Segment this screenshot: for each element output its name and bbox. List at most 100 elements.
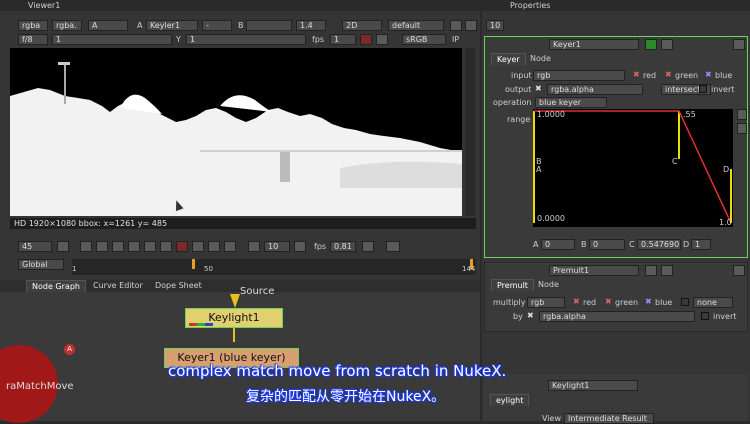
view-mode-select[interactable]: 2D xyxy=(342,20,382,31)
view-select[interactable]: Intermediate Result xyxy=(564,413,654,424)
keyer1-close-button[interactable] xyxy=(733,39,745,50)
operation-select[interactable]: blue keyer xyxy=(535,97,607,108)
play-backward-button[interactable] xyxy=(128,241,140,252)
play-forward-button[interactable] xyxy=(160,241,172,252)
tab-keylight[interactable]: eylight xyxy=(490,394,530,406)
invert-checkbox[interactable] xyxy=(699,85,707,93)
viewport[interactable] xyxy=(10,48,462,216)
frame-value[interactable]: 1 xyxy=(52,34,172,45)
tab-keyer[interactable]: Keyer xyxy=(491,53,526,65)
premult-invert-checkbox[interactable] xyxy=(701,312,709,320)
keyer1-help-button[interactable] xyxy=(661,39,673,50)
input-select[interactable]: rgb xyxy=(533,70,625,81)
wipe-select[interactable]: - xyxy=(202,20,232,31)
subtitle-chinese: 复杂的匹配从零开始在NukeX。 xyxy=(246,389,446,405)
ip-label[interactable]: IP xyxy=(452,35,459,44)
keylight1-name-field[interactable]: Keylight1 xyxy=(548,380,638,391)
d-field[interactable]: 1 xyxy=(691,239,711,250)
operation-label: operation xyxy=(493,98,532,107)
lock-button[interactable] xyxy=(57,241,69,252)
keyer1-color-button[interactable] xyxy=(645,39,657,50)
clip-warning-button[interactable] xyxy=(360,34,372,45)
timeline-label-start: 1 xyxy=(72,265,77,273)
gain-field[interactable]: 1.4 xyxy=(296,20,326,31)
range-mode-select[interactable]: Global xyxy=(18,259,64,270)
skip-end-button[interactable] xyxy=(224,241,236,252)
node-keylight1[interactable]: Keylight1 xyxy=(185,308,283,328)
timeline-playhead[interactable] xyxy=(192,259,195,269)
by-link-icon[interactable]: ✖ xyxy=(527,311,534,320)
premult-red-icon[interactable]: ✖ xyxy=(573,297,580,306)
y-value-field[interactable]: 1 xyxy=(186,34,306,45)
by-select[interactable]: rgba.alpha xyxy=(539,311,695,322)
fps-field[interactable]: 0.81 xyxy=(330,241,356,252)
output-select[interactable]: rgba.alpha xyxy=(547,84,643,95)
next-key-button[interactable] xyxy=(208,241,220,252)
step-field[interactable]: 10 xyxy=(264,241,290,252)
graph-label-bottom-right: 1.0 xyxy=(719,218,732,227)
tab-node-graph[interactable]: Node Graph xyxy=(26,280,86,292)
node-b-select[interactable] xyxy=(246,20,292,31)
keylight1-panel: Keylight1 eylight View Intermediate Resu… xyxy=(484,374,748,424)
range-label: range xyxy=(507,115,531,124)
premult1-name-field[interactable]: Premult1 xyxy=(549,265,639,276)
tab-premult-node[interactable]: Node xyxy=(533,279,564,290)
premult-green-icon[interactable]: ✖ xyxy=(605,297,612,306)
tab-keyer-node[interactable]: Node xyxy=(525,53,556,64)
step-forward-button[interactable] xyxy=(294,241,306,252)
premult-invert-label: invert xyxy=(713,312,737,321)
keyer1-name-field[interactable]: Keyer1 xyxy=(549,39,639,50)
b-label: B xyxy=(581,240,587,249)
prev-key-button[interactable] xyxy=(96,241,108,252)
menu-button[interactable] xyxy=(465,20,477,31)
node-keylight1-channels xyxy=(189,323,213,326)
premult1-close-button[interactable] xyxy=(733,265,745,276)
premult-blue-icon[interactable]: ✖ xyxy=(645,297,652,306)
multiply-select[interactable]: rgb xyxy=(527,297,565,308)
b-field[interactable]: 0 xyxy=(589,239,625,250)
settings-button[interactable] xyxy=(450,20,462,31)
premult1-help-button[interactable] xyxy=(661,265,673,276)
proxy-select[interactable]: 1 xyxy=(330,34,356,45)
record-play-button[interactable] xyxy=(176,241,188,252)
red-channel-icon[interactable]: ✖ xyxy=(633,70,640,79)
lut-select[interactable]: default xyxy=(388,20,444,31)
stop-button[interactable] xyxy=(144,241,156,252)
flipbook-button[interactable] xyxy=(386,241,400,252)
skip-start-button[interactable] xyxy=(80,241,92,252)
c-field[interactable]: 0.547690 xyxy=(637,239,681,250)
graph-zoom-out-button[interactable] xyxy=(737,123,747,134)
channels-b-select[interactable]: rgba. xyxy=(52,20,82,31)
viewer-scrollbar[interactable] xyxy=(465,48,475,216)
step-back-button[interactable] xyxy=(248,241,260,252)
colorspace-select[interactable]: sRGB xyxy=(402,34,446,45)
premult-alpha-checkbox[interactable] xyxy=(681,298,689,306)
frame-select[interactable]: f/8 xyxy=(18,34,48,45)
blue-channel-icon[interactable]: ✖ xyxy=(705,70,712,79)
tab-curve-editor[interactable]: Curve Editor xyxy=(88,280,148,291)
current-frame-field[interactable]: 45 xyxy=(18,241,52,252)
properties-count-field[interactable]: 10 xyxy=(486,20,504,31)
channels-select[interactable]: rgba xyxy=(18,20,48,31)
properties-titlebar: Properties xyxy=(482,0,750,11)
next-frame-button[interactable] xyxy=(192,241,204,252)
prev-frame-button[interactable] xyxy=(112,241,124,252)
a-field[interactable]: 0 xyxy=(541,239,575,250)
marker-d: D xyxy=(723,165,730,174)
properties-panel: Properties 10 Keyer1 Keyer Node input rg… xyxy=(482,0,750,424)
loop-button[interactable] xyxy=(362,241,374,252)
green-channel-icon[interactable]: ✖ xyxy=(665,70,672,79)
timeline[interactable]: 1 50 144 xyxy=(72,259,476,275)
range-graph[interactable]: 1.0000 0.0000 .55 1.0 A B C D xyxy=(533,109,733,227)
none-select[interactable]: none xyxy=(693,297,733,308)
output-link-icon[interactable]: ✖ xyxy=(535,84,542,93)
graph-zoom-in-button[interactable] xyxy=(737,109,747,120)
record-button[interactable] xyxy=(376,34,388,45)
timeline-label-end: 144 xyxy=(462,265,476,273)
input-a-select[interactable]: A xyxy=(88,20,128,31)
node-a-select[interactable]: Keyler1 xyxy=(146,20,198,31)
tab-premult[interactable]: Premult xyxy=(491,279,534,291)
premult1-color-button[interactable] xyxy=(645,265,657,276)
tab-dope-sheet[interactable]: Dope Sheet xyxy=(150,280,207,291)
by-label: by xyxy=(513,312,523,321)
